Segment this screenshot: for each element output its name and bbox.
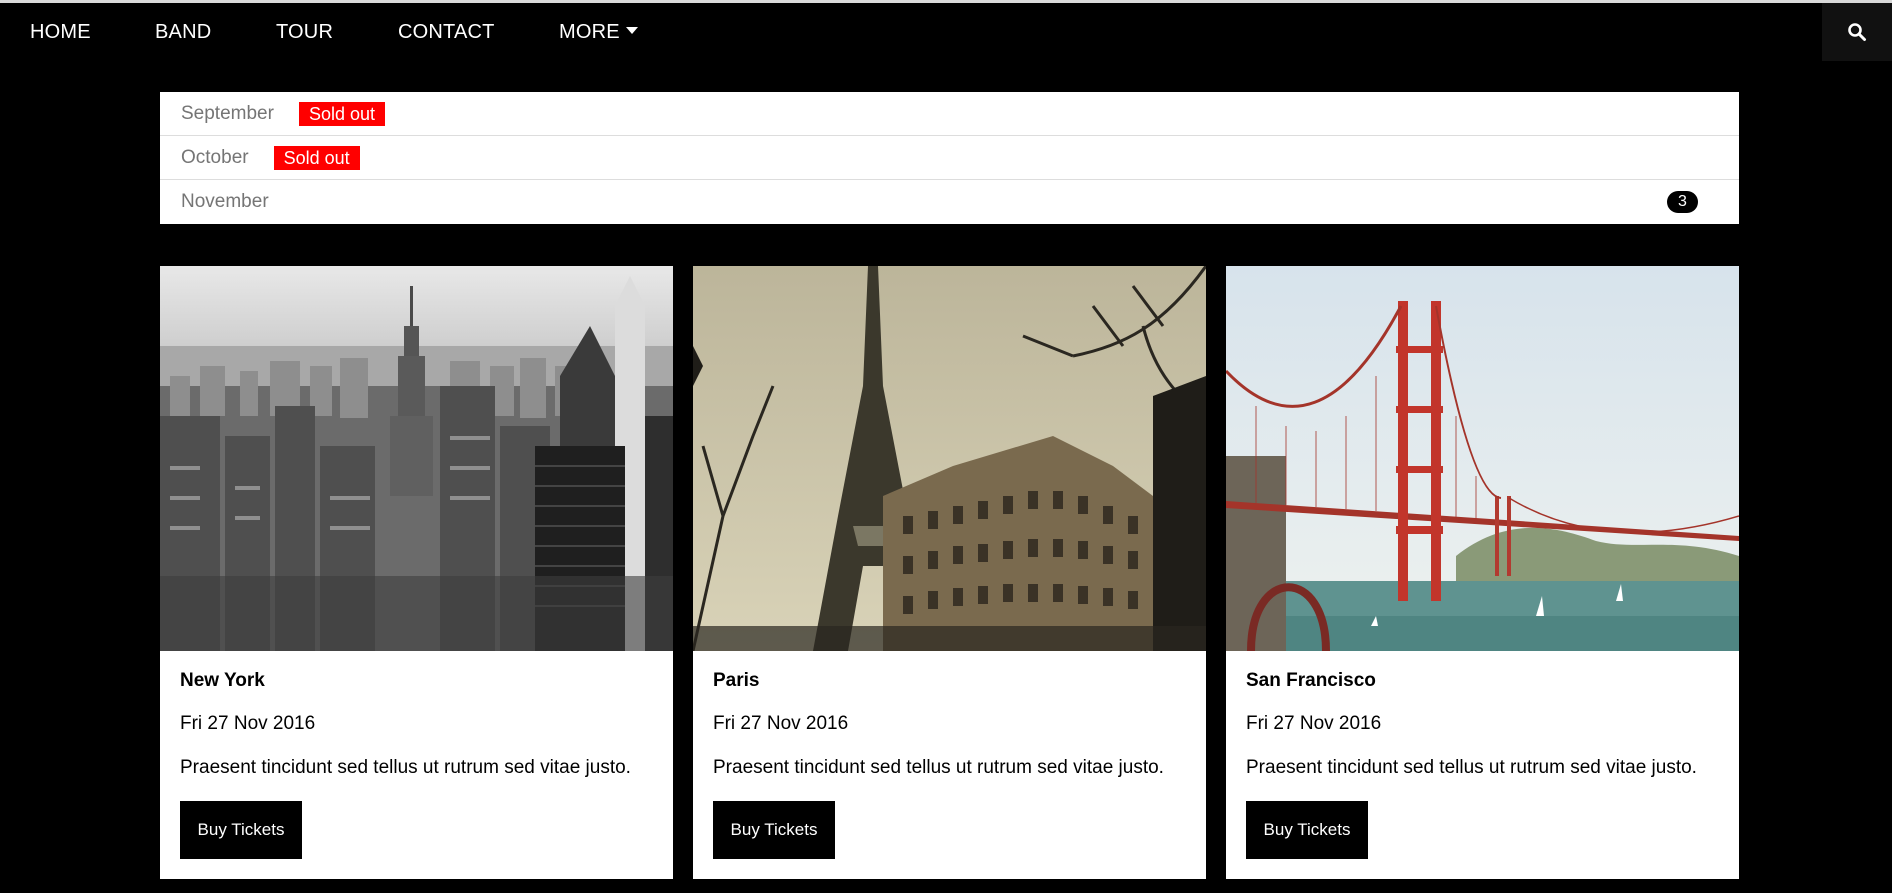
nav-band[interactable]: BAND xyxy=(155,3,211,61)
card-description: Praesent tincidunt sed tellus ut rutrum … xyxy=(180,757,631,778)
sold-out-badge: Sold out xyxy=(298,101,386,126)
card-date: Fri 27 Nov 2016 xyxy=(180,713,316,734)
new-york-image xyxy=(160,266,673,651)
month-row-november[interactable]: November 3 xyxy=(160,180,1739,224)
card-description: Praesent tincidunt sed tellus ut rutrum … xyxy=(1246,757,1697,778)
page: HOME BAND TOUR CONTACT MORE September So… xyxy=(0,0,1892,893)
search-icon xyxy=(1848,23,1866,41)
card-date: Fri 27 Nov 2016 xyxy=(713,713,849,734)
card-city: New York xyxy=(180,670,265,691)
nav-contact[interactable]: CONTACT xyxy=(398,3,495,61)
buy-tickets-button[interactable]: Buy Tickets xyxy=(180,801,302,859)
top-navigation: HOME BAND TOUR CONTACT MORE xyxy=(0,3,1892,61)
san-francisco-image xyxy=(1226,266,1739,651)
paris-image xyxy=(693,266,1206,651)
tour-card-san-francisco: San Francisco Fri 27 Nov 2016 Praesent t… xyxy=(1226,266,1739,879)
ticket-count-badge: 3 xyxy=(1667,191,1698,213)
tour-card-paris: Paris Fri 27 Nov 2016 Praesent tincidunt… xyxy=(693,266,1206,879)
month-label: October xyxy=(181,146,249,168)
tour-month-list: September Sold out October Sold out Nove… xyxy=(160,92,1739,224)
month-label: September xyxy=(181,102,274,124)
new-york-skyline-illustration xyxy=(160,266,673,651)
month-row-september[interactable]: September Sold out xyxy=(160,92,1739,136)
nav-tour[interactable]: TOUR xyxy=(276,3,333,61)
month-row-october[interactable]: October Sold out xyxy=(160,136,1739,180)
golden-gate-illustration xyxy=(1226,266,1739,651)
search-button[interactable] xyxy=(1822,3,1892,61)
paris-eiffel-illustration xyxy=(693,266,1206,651)
card-city: San Francisco xyxy=(1246,670,1376,691)
tour-card-new-york: New York Fri 27 Nov 2016 Praesent tincid… xyxy=(160,266,673,879)
card-date: Fri 27 Nov 2016 xyxy=(1246,713,1382,734)
nav-more-label: MORE xyxy=(559,21,620,43)
nav-home[interactable]: HOME xyxy=(30,3,91,61)
buy-tickets-button[interactable]: Buy Tickets xyxy=(713,801,835,859)
nav-more-dropdown[interactable]: MORE xyxy=(559,3,638,61)
card-city: Paris xyxy=(713,670,760,691)
month-label: November xyxy=(181,191,269,212)
buy-tickets-button[interactable]: Buy Tickets xyxy=(1246,801,1368,859)
sold-out-badge: Sold out xyxy=(273,145,360,170)
caret-down-icon xyxy=(625,27,638,35)
card-description: Praesent tincidunt sed tellus ut rutrum … xyxy=(713,757,1164,778)
